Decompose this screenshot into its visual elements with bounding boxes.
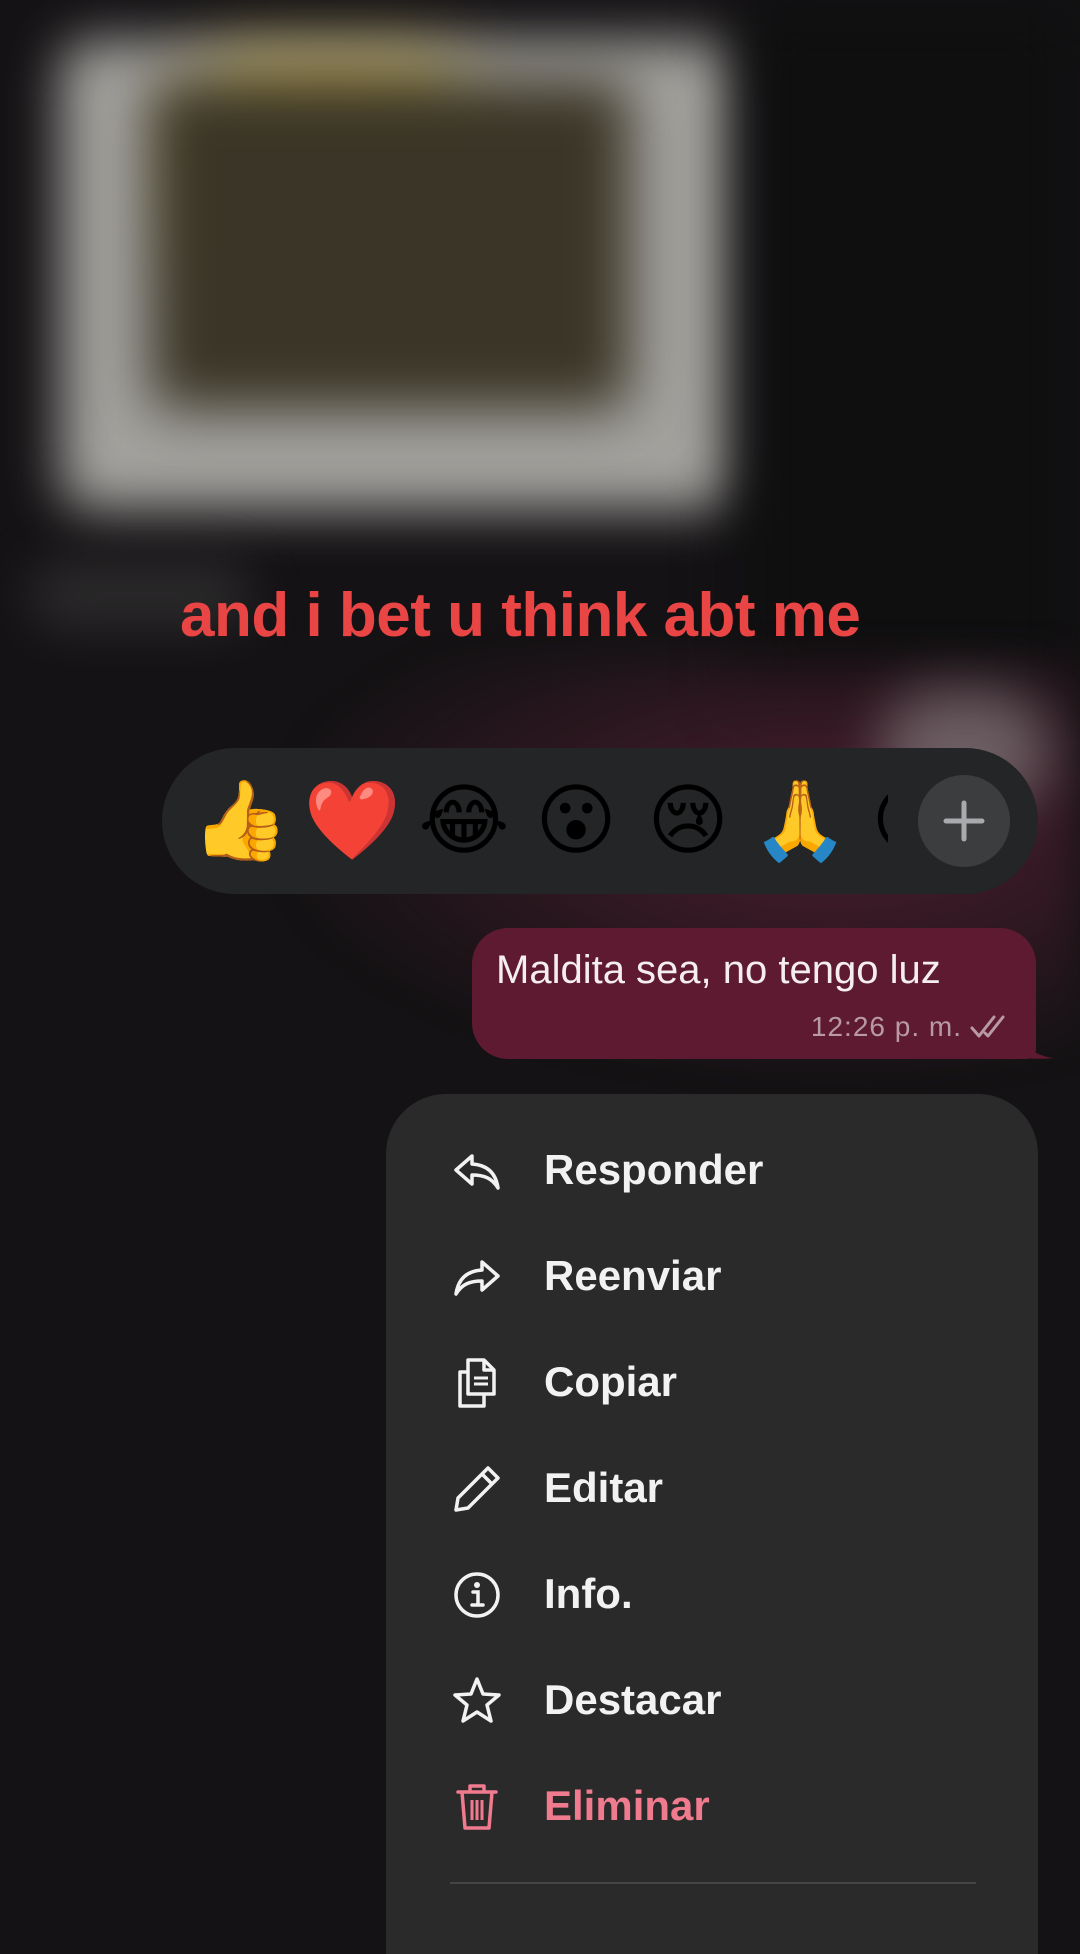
forward-icon <box>454 1260 500 1296</box>
add-reaction-button[interactable] <box>918 775 1010 867</box>
double-check-icon <box>970 1015 1005 1038</box>
info-icon <box>454 1572 500 1618</box>
reaction-crying-face[interactable]: 😢 <box>632 765 744 877</box>
bubble-tail <box>1010 1018 1054 1059</box>
menu-label-forward: Reenviar <box>544 1252 722 1299</box>
message-meta: 12:26 p. m. <box>811 1011 1014 1043</box>
reaction-tears-of-joy[interactable]: 😂 <box>408 765 520 877</box>
reaction-thumbs-up[interactable]: 👍 <box>184 765 296 877</box>
reaction-bar: 👍 ❤️ 😂 😮 😢 🙏 😘 <box>162 748 1038 894</box>
menu-label-reply: Responder <box>544 1146 764 1193</box>
menu-label-edit: Editar <box>544 1464 664 1511</box>
menu-item-delete[interactable]: Eliminar <box>386 1762 1038 1852</box>
reply-icon <box>454 1154 500 1190</box>
copy-icon <box>458 1358 496 1408</box>
menu-label-copy: Copiar <box>544 1358 678 1405</box>
message-time: 12:26 p. m. <box>810 1011 962 1042</box>
message-text: Maldita sea, no tengo luz <box>496 948 941 992</box>
blurred-image-content <box>150 80 630 410</box>
pencil-icon <box>454 1466 500 1512</box>
overlay-caption: and i bet u think abt me <box>180 581 861 650</box>
trash-icon <box>456 1784 498 1830</box>
menu-divider <box>450 1882 976 1884</box>
menu-item-info[interactable]: Info. <box>386 1550 1038 1640</box>
message-context-menu: Responder Reenviar Copiar Editar Info. D… <box>386 1094 1038 1954</box>
menu-label-info: Info. <box>544 1570 633 1617</box>
reaction-open-mouth[interactable]: 😮 <box>520 765 632 877</box>
menu-label-star: Destacar <box>544 1676 722 1723</box>
menu-label-delete: Eliminar <box>544 1782 710 1829</box>
menu-item-reply[interactable]: Responder <box>386 1126 1038 1216</box>
menu-item-edit[interactable]: Editar <box>386 1444 1038 1534</box>
reaction-folded-hands[interactable]: 🙏 <box>744 765 856 877</box>
plus-icon <box>943 800 985 842</box>
menu-item-copy[interactable]: Copiar <box>386 1338 1038 1428</box>
menu-item-star[interactable]: Destacar <box>386 1656 1038 1746</box>
menu-item-forward[interactable]: Reenviar <box>386 1232 1038 1322</box>
message-bubble[interactable]: Maldita sea, no tengo luz 12:26 p. m. <box>472 928 1036 1059</box>
reaction-red-heart[interactable]: ❤️ <box>296 765 408 877</box>
star-icon <box>453 1677 501 1723</box>
